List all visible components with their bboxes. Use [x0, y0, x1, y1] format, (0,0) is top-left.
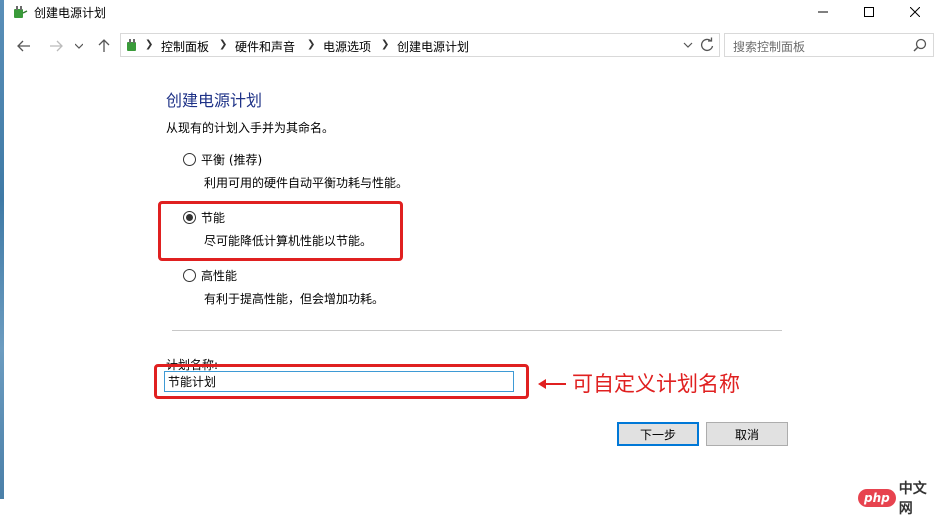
minimize-icon: [818, 11, 828, 13]
minimize-button[interactable]: [800, 0, 846, 24]
desktop-edge: [0, 0, 4, 499]
option-high-performance-desc: 有利于提高性能，但会增加功耗。: [204, 292, 385, 306]
highlight-box-plan-name: [154, 364, 529, 399]
address-bar[interactable]: ❯ 控制面板 ❯ 硬件和声音 ❯ 电源选项 ❯ 创建电源计划: [120, 33, 720, 57]
watermark-text: 中文网: [898, 481, 927, 517]
window-title: 创建电源计划: [34, 6, 107, 20]
search-icon: [913, 38, 927, 52]
radio-high-performance[interactable]: [183, 269, 196, 282]
refresh-button[interactable]: [699, 37, 715, 53]
arrow-up-icon: [98, 39, 110, 52]
search-input[interactable]: 搜索控制面板: [724, 33, 934, 57]
arrow-left-annotation-icon: [538, 379, 566, 389]
breadcrumb-create-plan[interactable]: 创建电源计划: [397, 38, 469, 55]
chevron-down-icon: [75, 43, 83, 49]
close-icon: [910, 7, 920, 17]
highlight-box-power-saver: [158, 201, 403, 261]
breadcrumb-separator-icon: ❯: [219, 39, 228, 50]
maximize-button[interactable]: [846, 0, 892, 24]
breadcrumb-separator-icon: ❯: [307, 39, 316, 50]
annotation-text: 可自定义计划名称: [572, 372, 740, 396]
next-button[interactable]: 下一步: [617, 422, 699, 446]
power-options-icon: [125, 37, 141, 53]
power-options-icon: [12, 4, 28, 20]
option-balanced[interactable]: 平衡 (推荐): [183, 151, 262, 168]
option-balanced-label[interactable]: 平衡 (推荐): [201, 151, 262, 168]
divider: [172, 330, 782, 331]
intro-text: 从现有的计划入手并为其命名。: [166, 121, 335, 135]
recent-locations-button[interactable]: [72, 36, 86, 56]
maximize-icon: [864, 7, 874, 17]
search-placeholder: 搜索控制面板: [733, 40, 806, 54]
watermark-logo: php: [858, 489, 896, 507]
breadcrumb-control-panel[interactable]: 控制面板: [161, 38, 209, 55]
back-button[interactable]: [14, 36, 34, 56]
refresh-icon: [701, 37, 714, 52]
chevron-down-icon: [683, 42, 693, 48]
page-title: 创建电源计划: [166, 91, 263, 110]
up-button[interactable]: [94, 36, 114, 56]
breadcrumb-separator-icon: ❯: [145, 39, 154, 50]
radio-balanced[interactable]: [183, 153, 196, 166]
cancel-button[interactable]: 取消: [706, 422, 788, 446]
title-bar: 创建电源计划: [4, 0, 938, 24]
address-dropdown-button[interactable]: [681, 38, 695, 52]
arrow-left-icon: [17, 40, 30, 52]
forward-button[interactable]: [46, 36, 66, 56]
close-button[interactable]: [892, 0, 938, 24]
option-balanced-desc: 利用可用的硬件自动平衡功耗与性能。: [204, 176, 409, 190]
navigation-bar: ❯ 控制面板 ❯ 硬件和声音 ❯ 电源选项 ❯ 创建电源计划 搜索控制面板: [4, 30, 938, 62]
option-high-performance[interactable]: 高性能: [183, 267, 237, 284]
arrow-right-icon: [50, 40, 63, 52]
breadcrumb-hardware-sound[interactable]: 硬件和声音: [235, 38, 295, 55]
watermark: php 中文网: [858, 478, 938, 518]
breadcrumb-separator-icon: ❯: [381, 39, 390, 50]
breadcrumb-power-options[interactable]: 电源选项: [323, 38, 371, 55]
option-high-performance-label[interactable]: 高性能: [201, 267, 237, 284]
